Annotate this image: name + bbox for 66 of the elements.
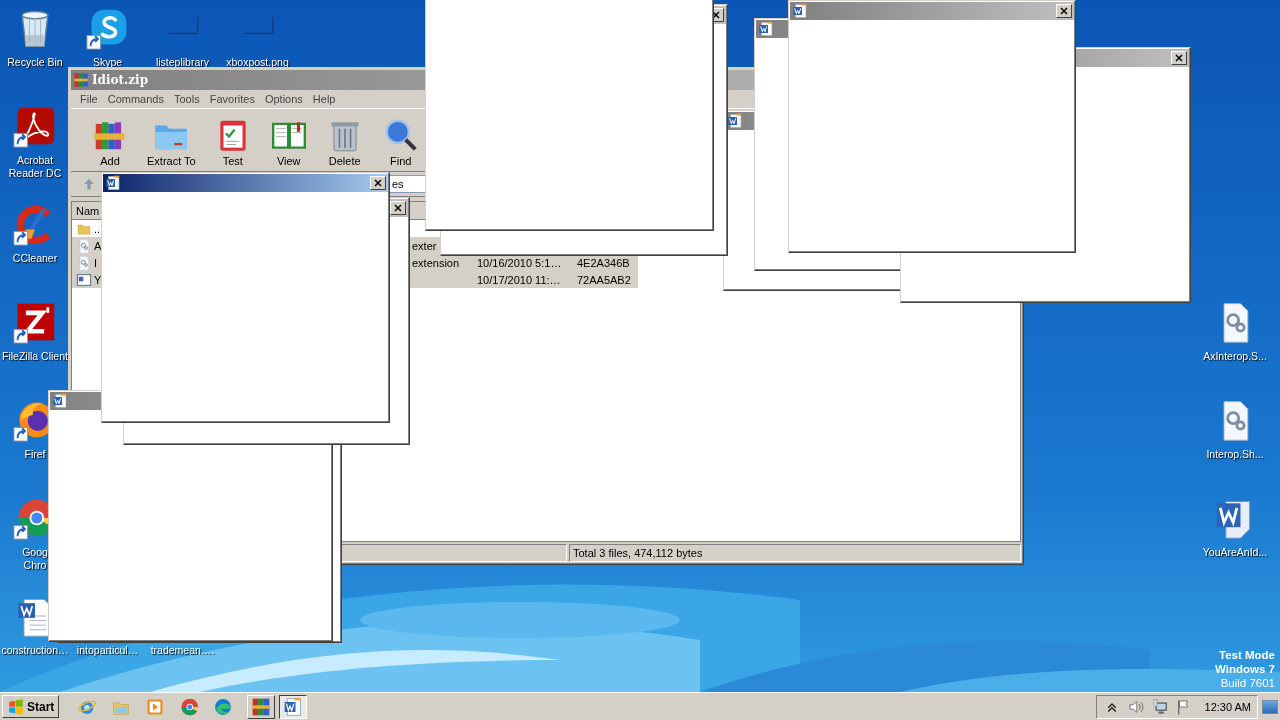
table-cell: 10/17/2010 11:… — [477, 273, 561, 286]
desktop-icon-label[interactable]: Firef — [24, 448, 46, 461]
monitor-icon[interactable] — [1150, 697, 1169, 716]
document-icon — [792, 3, 808, 19]
show-desktop-button[interactable] — [1262, 699, 1278, 714]
file-name: I — [94, 256, 98, 269]
close-button[interactable] — [370, 176, 386, 190]
menu-item[interactable]: File — [75, 93, 103, 105]
document-icon — [52, 393, 68, 409]
desktop-icon-label[interactable]: CCleaner — [12, 252, 58, 265]
file-name: Y — [94, 273, 102, 286]
menu-item[interactable]: Help — [307, 93, 341, 105]
app-icon — [73, 72, 89, 88]
gear-document-icon — [76, 237, 92, 254]
desktop-icon-label[interactable]: AxInterop.S... — [1203, 350, 1267, 363]
desktop-icon-label[interactable]: xboxpost.png — [226, 56, 289, 69]
close-button[interactable] — [1056, 4, 1072, 18]
desktop-icon-label[interactable]: Goog Chro — [22, 546, 48, 572]
app-icon — [251, 696, 272, 717]
desktop-icon-label[interactable]: listeplibrary — [155, 56, 210, 69]
toolbar-button[interactable]: Extract To — [141, 116, 202, 171]
close-icon — [392, 202, 404, 214]
watermark-text: Windows 7 — [1215, 662, 1275, 676]
gear-document-icon — [76, 254, 92, 271]
close-button[interactable] — [390, 201, 406, 215]
column-header[interactable]: Nam — [72, 204, 100, 217]
menu-item[interactable]: Favorites — [204, 93, 260, 105]
menu-item[interactable]: Commands — [102, 93, 169, 105]
document-icon — [76, 271, 92, 288]
document-icon — [105, 175, 121, 191]
table-cell: extension — [412, 256, 460, 269]
desktop-icon-label[interactable]: FileZilla Client — [2, 350, 68, 363]
menu-item[interactable]: Tools — [169, 93, 205, 105]
table-cell: 4E2A346B — [577, 256, 630, 269]
clock[interactable]: 12:30 AM — [1204, 700, 1251, 713]
close-icon — [1058, 5, 1070, 17]
app-icon — [213, 696, 234, 717]
file-name: A — [94, 239, 102, 252]
window-title: Idiot.zip — [92, 73, 149, 87]
toolbar-button[interactable]: View — [263, 116, 314, 171]
file-name: .. — [94, 222, 101, 235]
status-text: Total 3 files, 474,112 bytes — [569, 544, 1021, 562]
toolbar-button[interactable]: Find — [375, 116, 426, 171]
table-cell: exter — [412, 239, 437, 252]
start-button[interactable]: Start — [2, 695, 60, 718]
toolbar-button[interactable]: Test — [207, 116, 258, 171]
document-icon — [283, 696, 304, 717]
document-icon — [758, 21, 774, 37]
desktop-icon-label[interactable]: Recycle Bin — [7, 56, 63, 69]
watermark-text: Build 7601 — [1219, 676, 1275, 690]
desktop-icon-label[interactable]: YouAreAnId... — [1202, 546, 1268, 559]
close-icon — [1173, 52, 1185, 64]
close-icon — [372, 177, 384, 189]
toolbar-button[interactable]: Add — [85, 116, 135, 171]
table-cell: 72AA5AB2 — [577, 273, 631, 286]
toolbar-button[interactable]: Delete — [319, 116, 370, 171]
menu-item[interactable]: Options — [259, 93, 308, 105]
logo-icon — [7, 697, 25, 716]
close-button[interactable] — [1171, 51, 1187, 65]
desktop-icon-label[interactable]: Skype — [92, 56, 123, 69]
desktop-icon-label[interactable]: Acrobat Reader DC — [1, 154, 69, 180]
watermark-text: Test Mode — [1218, 648, 1275, 662]
taskbar-button[interactable] — [279, 694, 308, 719]
app-icon — [179, 696, 200, 717]
desktop-icon-label[interactable]: Interop.Sh... — [1206, 448, 1264, 461]
table-cell: 10/16/2010 5:1… — [477, 256, 562, 269]
